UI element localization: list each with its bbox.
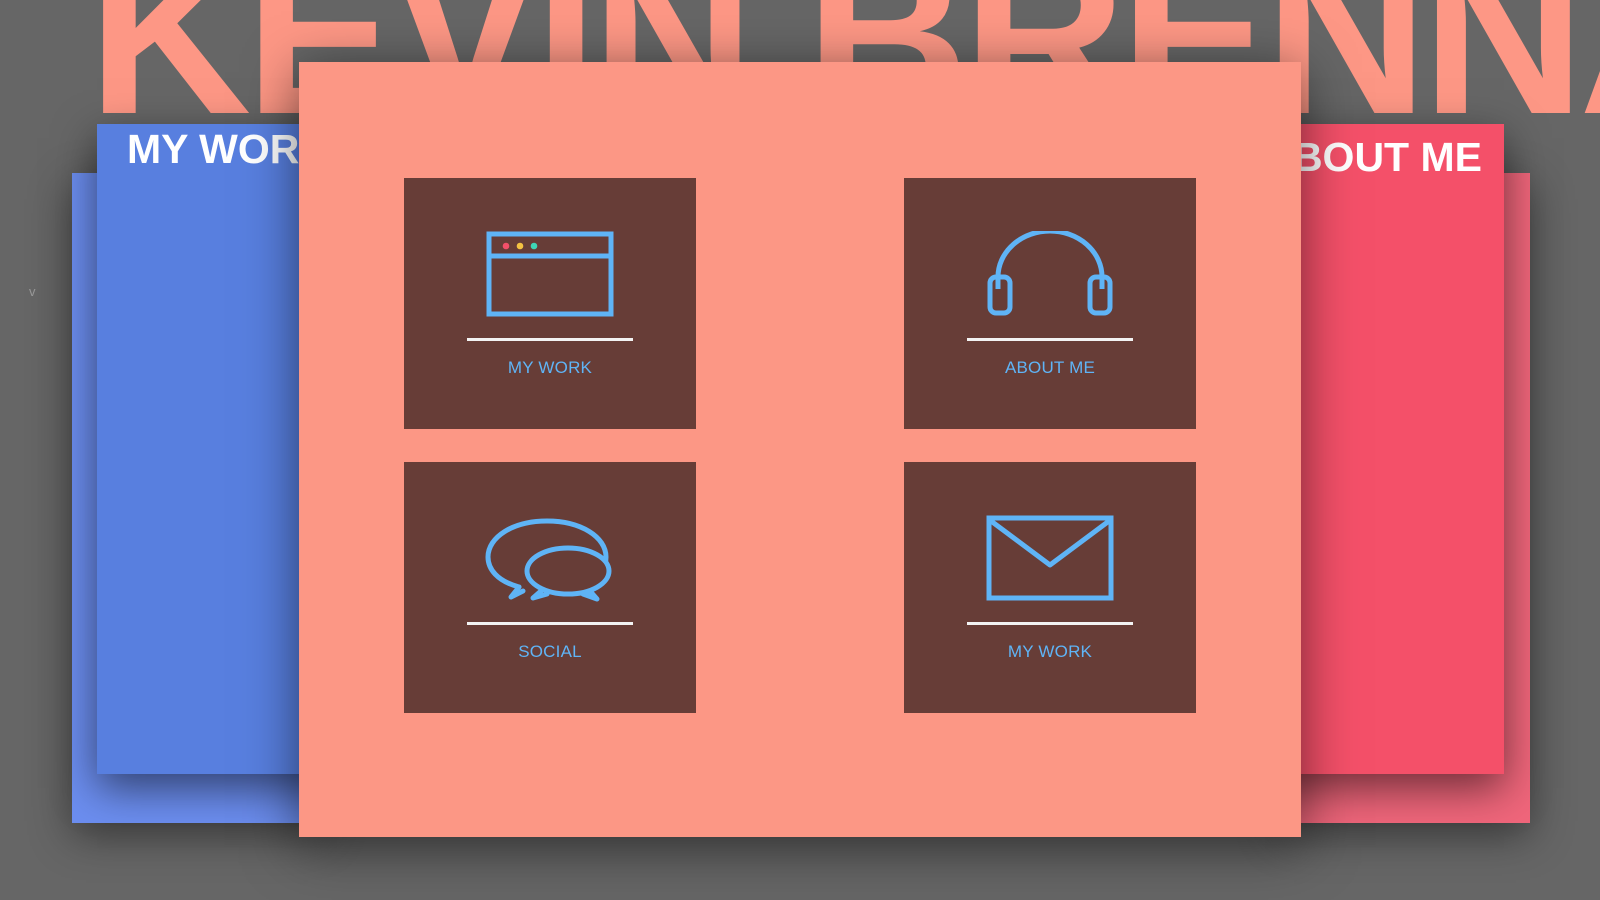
tile-divider — [967, 622, 1133, 625]
about-me-tile-label: ABOUT ME — [1004, 358, 1096, 377]
contact-tile[interactable]: MY WORK — [904, 462, 1196, 713]
tile-divider — [467, 622, 633, 625]
my-work-tile-label: MY WORK — [507, 358, 593, 377]
page-stage: KEVIN BRENNAN v MY WORK ABOUT ME MY WORK — [0, 0, 1600, 900]
social-tile[interactable]: SOCIAL — [404, 462, 696, 713]
navigation-card: MY WORK ABOUT ME SOCIAL MY WORK — [299, 62, 1301, 837]
chat-bubbles-icon — [485, 518, 612, 602]
tile-divider — [967, 338, 1133, 341]
scroll-hint[interactable]: v — [29, 284, 36, 299]
my-work-tile[interactable]: MY WORK — [404, 178, 696, 429]
envelope-icon — [986, 515, 1114, 601]
tile-divider — [467, 338, 633, 341]
about-me-tile[interactable]: ABOUT ME — [904, 178, 1196, 429]
headphones-icon — [987, 231, 1113, 316]
browser-window-icon — [486, 231, 614, 317]
contact-tile-label: MY WORK — [1007, 642, 1093, 661]
social-tile-label: SOCIAL — [518, 642, 582, 661]
